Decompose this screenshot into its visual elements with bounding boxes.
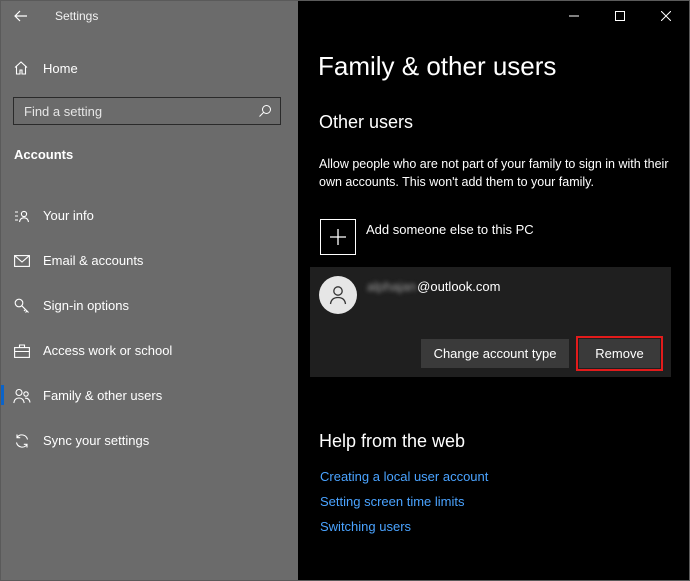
help-link-screen-time[interactable]: Setting screen time limits: [320, 494, 488, 519]
remove-button[interactable]: Remove: [576, 336, 663, 371]
sidebar-item-label: Sign-in options: [43, 298, 129, 313]
home-label: Home: [43, 60, 78, 76]
other-users-heading: Other users: [319, 112, 414, 132]
add-user-plus-box[interactable]: [320, 219, 356, 255]
sidebar-item-label: Access work or school: [43, 343, 173, 358]
main-content: Family & other users Other users Allow p…: [298, 1, 689, 580]
other-users-description: Allow people who are not part of your fa…: [319, 157, 669, 189]
app-title: Settings: [55, 9, 99, 23]
briefcase-icon: [13, 342, 31, 360]
sidebar-item-family-other-users[interactable]: Family & other users: [1, 373, 298, 418]
sidebar-item-label: Your info: [43, 208, 94, 223]
user-account-card[interactable]: alphajan @outlook.com Change account type…: [310, 267, 671, 377]
sidebar-nav: Your info Email & accounts Sign-in optio…: [1, 193, 298, 463]
settings-window: Settings Home Accounts Your info Email &: [0, 0, 690, 581]
search-input[interactable]: [24, 103, 244, 119]
sidebar-item-sync-settings[interactable]: Sync your settings: [1, 418, 298, 463]
sidebar-item-sign-in-options[interactable]: Sign-in options: [1, 283, 298, 328]
person-card-icon: [13, 207, 31, 225]
sidebar-item-label: Email & accounts: [43, 253, 144, 268]
search-box[interactable]: [13, 97, 281, 125]
home-nav-item[interactable]: Home: [13, 57, 78, 79]
add-user-button[interactable]: Add someone else to this PC: [320, 219, 534, 255]
back-button[interactable]: [1, 1, 41, 31]
redacted-email-name: alphajan: [367, 279, 417, 294]
minimize-icon: [569, 15, 579, 17]
user-icon: [329, 286, 347, 305]
close-button[interactable]: [643, 1, 689, 31]
sidebar-item-label: Family & other users: [43, 388, 163, 403]
people-icon: [13, 387, 31, 405]
email-domain: @outlook.com: [417, 279, 501, 294]
sidebar-item-your-info[interactable]: Your info: [1, 193, 298, 238]
mail-icon: [13, 252, 31, 270]
window-controls: [551, 1, 689, 31]
sidebar-item-label: Sync your settings: [43, 433, 150, 448]
sidebar: Settings Home Accounts Your info Email &: [1, 1, 298, 580]
sidebar-item-access-work-school[interactable]: Access work or school: [1, 328, 298, 373]
help-link-local-account[interactable]: Creating a local user account: [320, 469, 488, 494]
help-heading: Help from the web: [319, 431, 466, 451]
change-account-type-button[interactable]: Change account type: [421, 339, 569, 368]
close-icon: [661, 11, 671, 21]
add-user-label: Add someone else to this PC: [366, 222, 534, 237]
search-icon[interactable]: [258, 104, 272, 118]
sync-icon: [13, 432, 31, 450]
titlebar: Settings: [1, 1, 298, 31]
sidebar-item-email-accounts[interactable]: Email & accounts: [1, 238, 298, 283]
page-title: Family & other users: [318, 51, 557, 81]
section-label: Accounts: [14, 147, 74, 162]
user-email: alphajan @outlook.com: [367, 279, 500, 294]
help-link-switching-users[interactable]: Switching users: [320, 519, 488, 544]
help-links: Creating a local user account Setting sc…: [320, 469, 488, 544]
maximize-button[interactable]: [597, 1, 643, 31]
plus-icon: [330, 229, 346, 245]
back-arrow-icon: [14, 10, 27, 22]
avatar: [319, 276, 357, 314]
home-icon: [14, 61, 28, 75]
key-icon: [13, 297, 31, 315]
maximize-icon: [615, 11, 625, 21]
minimize-button[interactable]: [551, 1, 597, 31]
